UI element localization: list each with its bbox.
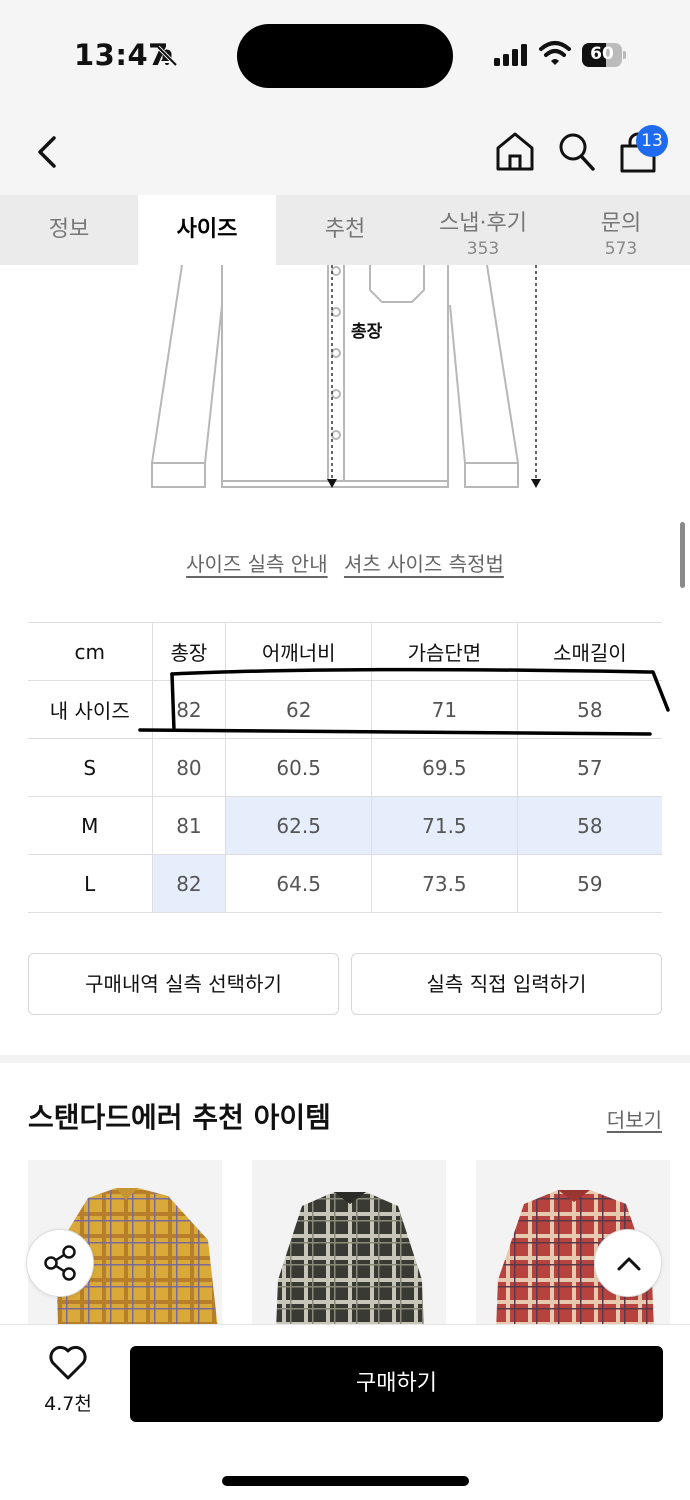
bell-muted-icon [156,45,178,67]
table-row-my-size: 내 사이즈 82 62 71 58 [28,680,662,739]
diagram-length-label: 총장 [351,322,383,342]
size-table: cm 총장 어깨너비 가슴단면 소매길이 내 사이즈 82 62 71 58 S… [28,622,662,913]
table-row-s: S 80 60.5 69.5 57 [28,738,662,797]
recommend-product-list [28,1160,690,1330]
tab-label: 추천 [324,217,366,242]
tab-snap-review[interactable]: 스냅·후기 353 [414,195,552,265]
see-more-link[interactable]: 더보기 [607,1104,662,1133]
table-cell: 60.5 [225,738,372,797]
recommend-section-title: 스탠다드에러 추천 아이템 [28,1101,331,1134]
product-card[interactable] [252,1160,446,1330]
tab-size[interactable]: 사이즈 [138,195,276,265]
table-cell-highlighted: 62.5 [225,796,372,855]
select-purchase-measure-button[interactable]: 구매내역 실측 선택하기 [28,953,339,1015]
table-cell: 62 [225,680,372,739]
cart-count-badge: 13 [636,125,668,157]
like-button[interactable]: 4.7천 [30,1345,106,1416]
table-cell: 57 [516,738,662,797]
row-label: M [28,796,152,855]
bottom-purchase-bar: 4.7천 구매하기 [0,1324,690,1500]
share-icon [44,1245,76,1281]
top-nav-bar: 13 [0,110,690,195]
home-indicator[interactable] [222,1476,469,1486]
dynamic-island [237,24,453,88]
buy-button[interactable]: 구매하기 [130,1346,663,1422]
home-icon[interactable] [494,130,536,172]
table-cell: 64.5 [225,854,372,913]
size-guide-links: 사이즈 실측 안내 셔츠 사이즈 측정법 [0,548,690,577]
row-label: S [28,738,152,797]
battery-level: 60 [590,44,614,64]
product-tabs: 정보 사이즈 추천 스냅·후기 353 문의 573 [0,195,690,265]
manual-measure-input-button[interactable]: 실측 직접 입력하기 [351,953,662,1015]
table-cell: 80 [151,738,226,797]
unit-header: cm [28,622,152,681]
table-cell: 81 [151,796,226,855]
scroll-to-top-button[interactable] [594,1229,662,1297]
tab-label: 스냅·후기 [439,211,527,236]
black-plaid-shirt-image [276,1192,424,1330]
cellular-signal-icon [494,44,527,66]
column-header: 소매길이 [516,622,662,681]
tab-label: 정보 [48,217,90,242]
tab-count: 353 [466,239,500,259]
tab-info[interactable]: 정보 [0,195,138,265]
table-cell-highlighted: 71.5 [371,796,518,855]
wifi-icon [539,41,571,65]
table-cell: 59 [516,854,662,913]
table-cell: 82 [151,680,226,739]
row-label: 내 사이즈 [28,680,152,739]
table-cell: 73.5 [371,854,518,913]
tab-recommend[interactable]: 추천 [276,195,414,265]
table-cell: 69.5 [371,738,518,797]
shirt-measure-method-link[interactable]: 셔츠 사이즈 측정법 [344,552,504,576]
status-bar: 13:47 60 [0,0,690,110]
search-icon[interactable] [556,130,596,172]
back-chevron-icon[interactable] [30,132,66,172]
chevron-up-icon [617,1257,641,1271]
size-measure-guide-link[interactable]: 사이즈 실측 안내 [186,552,328,576]
tab-inquiry[interactable]: 문의 573 [552,195,690,265]
table-cell-highlighted: 58 [516,796,662,855]
table-cell: 58 [516,680,662,739]
row-label: L [28,854,152,913]
battery-icon: 60 [582,43,626,67]
share-button[interactable] [26,1229,94,1297]
section-divider [0,1055,690,1063]
table-row-l: L 82 64.5 73.5 59 [28,854,662,913]
tab-count: 573 [604,239,638,259]
column-header: 가슴단면 [371,622,518,681]
table-cell-highlighted: 82 [151,854,226,913]
tab-label: 문의 [600,211,642,236]
heart-icon [49,1345,87,1380]
tab-label: 사이즈 [176,217,238,242]
like-count: 4.7천 [44,1393,92,1415]
column-header: 어깨너비 [225,622,372,681]
shirt-measurement-diagram: 총장 [151,265,541,488]
column-header: 총장 [151,622,226,681]
table-header-row: cm 총장 어깨너비 가슴단면 소매길이 [28,622,662,681]
table-cell: 71 [371,680,518,739]
table-row-m: M 81 62.5 71.5 58 [28,796,662,855]
